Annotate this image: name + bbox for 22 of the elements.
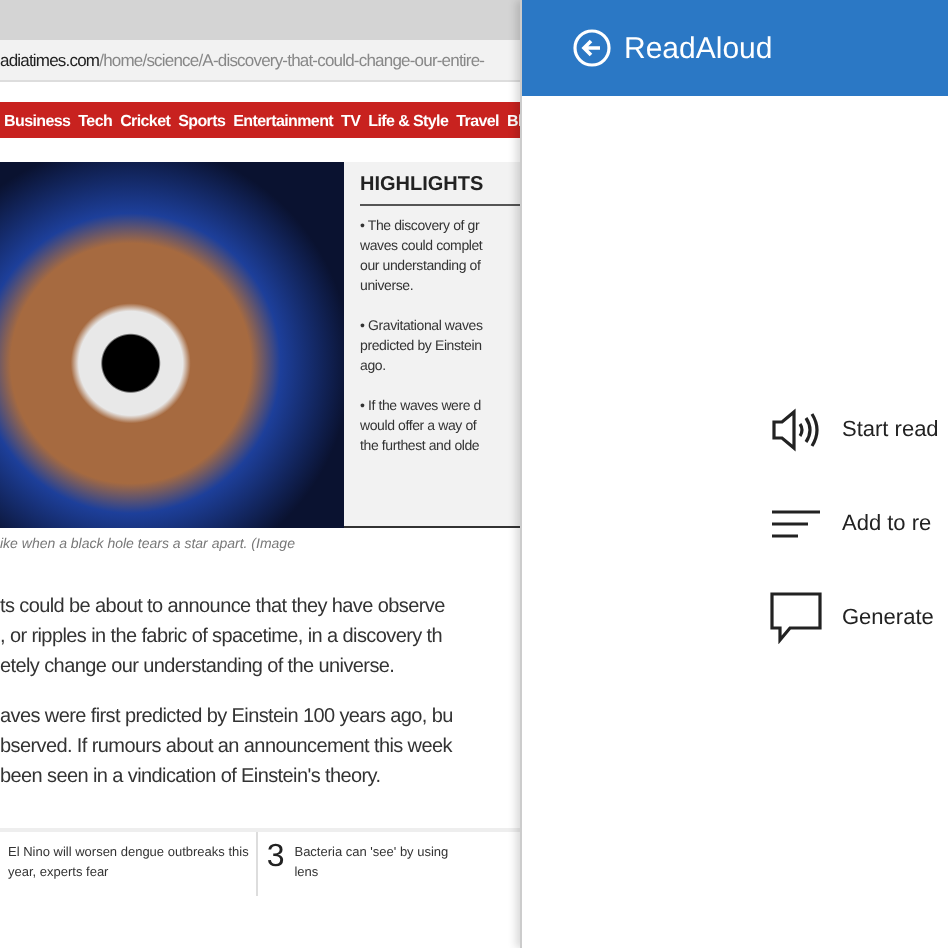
speaker-icon (770, 407, 822, 451)
back-icon[interactable] (572, 28, 612, 68)
nav-link[interactable]: Business (4, 111, 71, 129)
highlights-title: HIGHLIGHTS (360, 174, 520, 206)
nav-link[interactable]: Travel (456, 111, 499, 129)
comment-icon (770, 591, 822, 643)
menu-item[interactable]: Start read (770, 402, 948, 456)
nav-link[interactable]: Tech (78, 111, 113, 129)
story-number: 3 (266, 844, 285, 872)
nav-link[interactable]: Bl (506, 111, 520, 129)
address-bar[interactable]: adiatimes.com/home/science/A-discovery-that-could-change-our-entire- (0, 40, 520, 82)
lines-icon (770, 507, 822, 539)
nav-link[interactable]: Sports (178, 111, 226, 129)
article-paragraph: aves were first predicted by Einstein 100 years ago, bu bserved. If rumours about an announcement this week been seen in a vindication of Einstein's theory. (0, 704, 455, 792)
panel-title: ReadAloud (624, 31, 773, 65)
nav-link[interactable]: Cricket (120, 111, 171, 129)
nav-link[interactable]: Life & Style (368, 111, 449, 129)
menu-item[interactable]: Add to re (770, 496, 948, 550)
article-paragraph: ts could be about to announce that they have observe , or ripples in the fabric of spacetime, in a discovery th etely change our understanding of the universe. (0, 594, 447, 682)
menu-item[interactable]: Generate (770, 590, 948, 644)
nav-link[interactable]: TV (341, 111, 361, 129)
nav-link[interactable]: Entertainment (233, 111, 334, 129)
